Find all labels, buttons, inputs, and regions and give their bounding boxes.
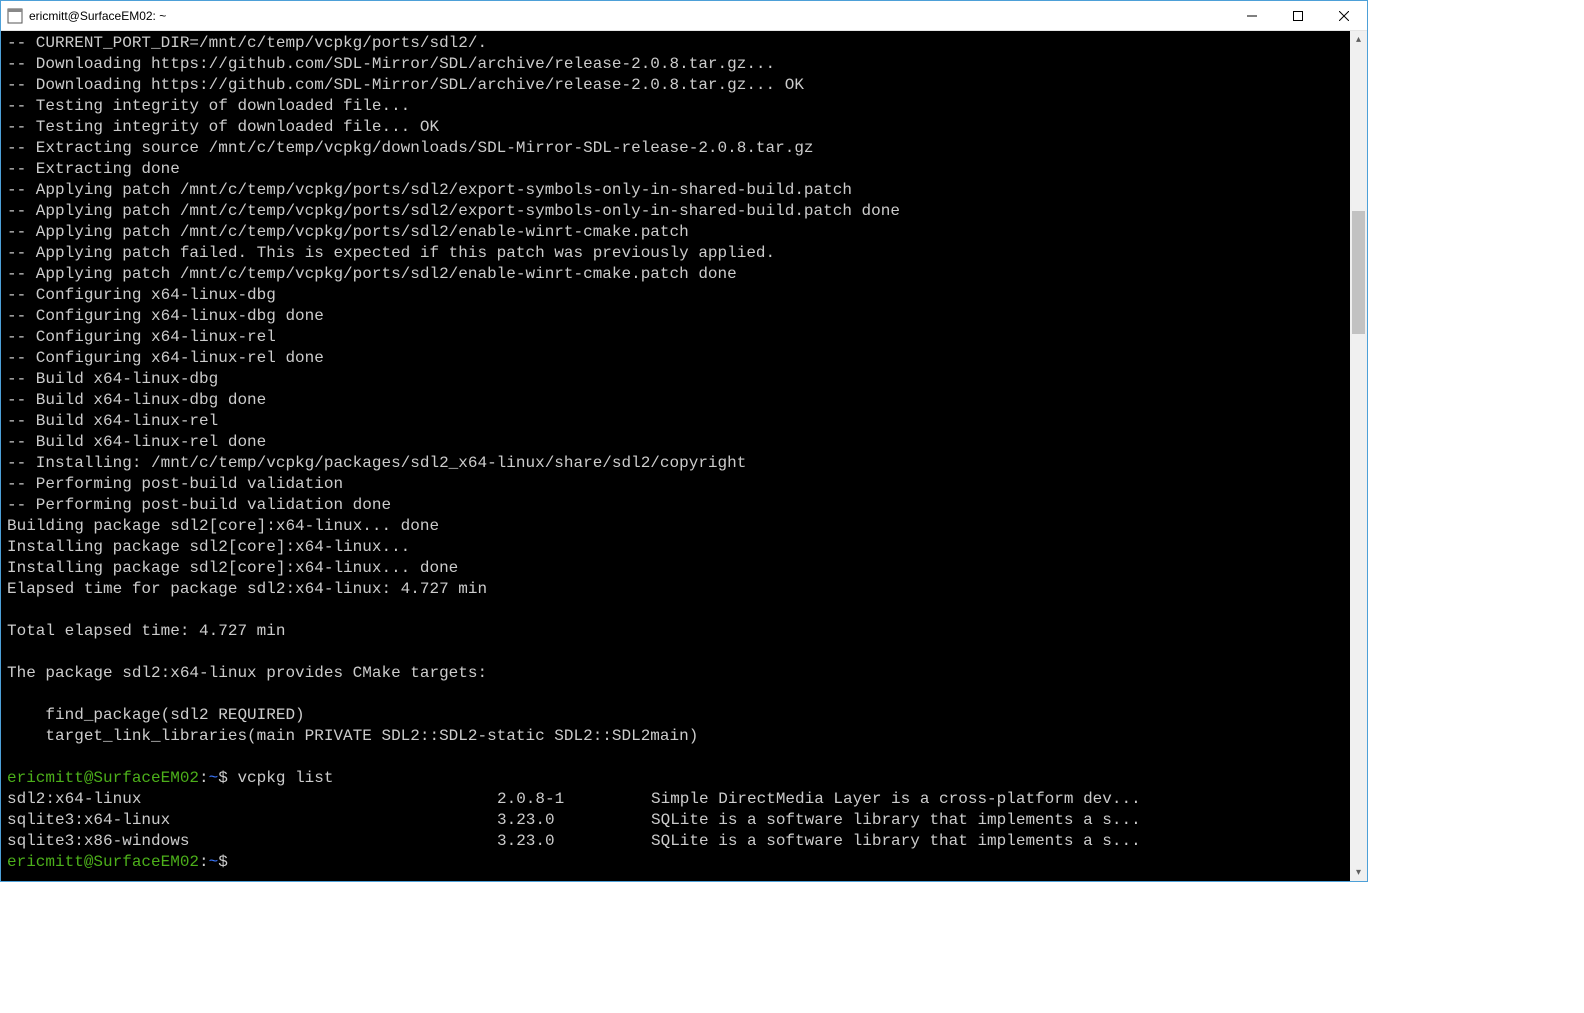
output-line: -- Configuring x64-linux-rel: [7, 327, 1344, 348]
list-pkg-desc: SQLite is a software library that implem…: [651, 810, 1141, 831]
output-line: [7, 747, 1344, 768]
list-pkg-version: 3.23.0: [497, 810, 651, 831]
output-line: -- Downloading https://github.com/SDL-Mi…: [7, 75, 1344, 96]
prompt-colon: :: [199, 853, 209, 871]
output-line: -- Configuring x64-linux-dbg done: [7, 306, 1344, 327]
output-line: -- Build x64-linux-rel: [7, 411, 1344, 432]
prompt-line: ericmitt@SurfaceEM02:~$: [7, 852, 1344, 873]
list-pkg-version: 3.23.0: [497, 831, 651, 852]
output-line: -- Build x64-linux-dbg done: [7, 390, 1344, 411]
output-line: -- Applying patch /mnt/c/temp/vcpkg/port…: [7, 180, 1344, 201]
output-line: -- Testing integrity of downloaded file.…: [7, 117, 1344, 138]
scroll-down-arrow-icon[interactable]: ▾: [1350, 864, 1367, 881]
output-line: [7, 684, 1344, 705]
output-line: -- Performing post-build validation done: [7, 495, 1344, 516]
window-title: ericmitt@SurfaceEM02: ~: [29, 9, 1229, 23]
minimize-button[interactable]: [1229, 1, 1275, 30]
maximize-button[interactable]: [1275, 1, 1321, 30]
output-line: The package sdl2:x64-linux provides CMak…: [7, 663, 1344, 684]
prompt-user: ericmitt@SurfaceEM02: [7, 769, 199, 787]
output-line: target_link_libraries(main PRIVATE SDL2:…: [7, 726, 1344, 747]
output-line: -- Testing integrity of downloaded file.…: [7, 96, 1344, 117]
titlebar: ericmitt@SurfaceEM02: ~: [1, 1, 1367, 31]
scroll-thumb[interactable]: [1352, 211, 1365, 333]
prompt-dollar: $: [218, 769, 237, 787]
output-line: -- Build x64-linux-dbg: [7, 369, 1344, 390]
window-controls: [1229, 1, 1367, 30]
terminal-icon: [7, 8, 23, 24]
prompt-path: ~: [209, 769, 219, 787]
list-row: sdl2:x64-linux2.0.8-1Simple DirectMedia …: [7, 789, 1344, 810]
terminal-window: ericmitt@SurfaceEM02: ~ -- CURRENT_PORT_…: [0, 0, 1368, 882]
prompt-colon: :: [199, 769, 209, 787]
output-line: -- Performing post-build validation: [7, 474, 1344, 495]
list-row: sqlite3:x86-windows3.23.0SQLite is a sof…: [7, 831, 1344, 852]
output-line: [7, 600, 1344, 621]
output-line: -- Configuring x64-linux-dbg: [7, 285, 1344, 306]
output-line: -- Extracting done: [7, 159, 1344, 180]
terminal-body-wrap: -- CURRENT_PORT_DIR=/mnt/c/temp/vcpkg/po…: [1, 31, 1367, 881]
output-line: Total elapsed time: 4.727 min: [7, 621, 1344, 642]
scroll-up-arrow-icon[interactable]: ▴: [1350, 31, 1367, 48]
output-line: -- Installing: /mnt/c/temp/vcpkg/package…: [7, 453, 1344, 474]
list-pkg-name: sqlite3:x86-windows: [7, 831, 497, 852]
scroll-track[interactable]: [1350, 48, 1367, 864]
terminal-body[interactable]: -- CURRENT_PORT_DIR=/mnt/c/temp/vcpkg/po…: [1, 31, 1350, 881]
output-line: Installing package sdl2[core]:x64-linux.…: [7, 558, 1344, 579]
list-pkg-name: sdl2:x64-linux: [7, 789, 497, 810]
output-line: -- CURRENT_PORT_DIR=/mnt/c/temp/vcpkg/po…: [7, 33, 1344, 54]
output-line: -- Extracting source /mnt/c/temp/vcpkg/d…: [7, 138, 1344, 159]
output-line: -- Build x64-linux-rel done: [7, 432, 1344, 453]
list-pkg-desc: Simple DirectMedia Layer is a cross-plat…: [651, 789, 1141, 810]
output-line: -- Applying patch failed. This is expect…: [7, 243, 1344, 264]
output-line: -- Downloading https://github.com/SDL-Mi…: [7, 54, 1344, 75]
command-text: vcpkg list: [237, 769, 333, 787]
scrollbar[interactable]: ▴ ▾: [1350, 31, 1367, 881]
prompt-user: ericmitt@SurfaceEM02: [7, 853, 199, 871]
list-row: sqlite3:x64-linux3.23.0SQLite is a softw…: [7, 810, 1344, 831]
output-line: Elapsed time for package sdl2:x64-linux:…: [7, 579, 1344, 600]
output-line: -- Applying patch /mnt/c/temp/vcpkg/port…: [7, 201, 1344, 222]
output-line: find_package(sdl2 REQUIRED): [7, 705, 1344, 726]
list-pkg-version: 2.0.8-1: [497, 789, 651, 810]
prompt-path: ~: [209, 853, 219, 871]
output-line: [7, 642, 1344, 663]
output-line: Installing package sdl2[core]:x64-linux.…: [7, 537, 1344, 558]
list-pkg-name: sqlite3:x64-linux: [7, 810, 497, 831]
output-line: -- Applying patch /mnt/c/temp/vcpkg/port…: [7, 222, 1344, 243]
output-line: -- Applying patch /mnt/c/temp/vcpkg/port…: [7, 264, 1344, 285]
list-pkg-desc: SQLite is a software library that implem…: [651, 831, 1141, 852]
output-line: -- Configuring x64-linux-rel done: [7, 348, 1344, 369]
prompt-dollar: $: [218, 853, 237, 871]
output-line: Building package sdl2[core]:x64-linux...…: [7, 516, 1344, 537]
prompt-line: ericmitt@SurfaceEM02:~$ vcpkg list: [7, 768, 1344, 789]
close-button[interactable]: [1321, 1, 1367, 30]
